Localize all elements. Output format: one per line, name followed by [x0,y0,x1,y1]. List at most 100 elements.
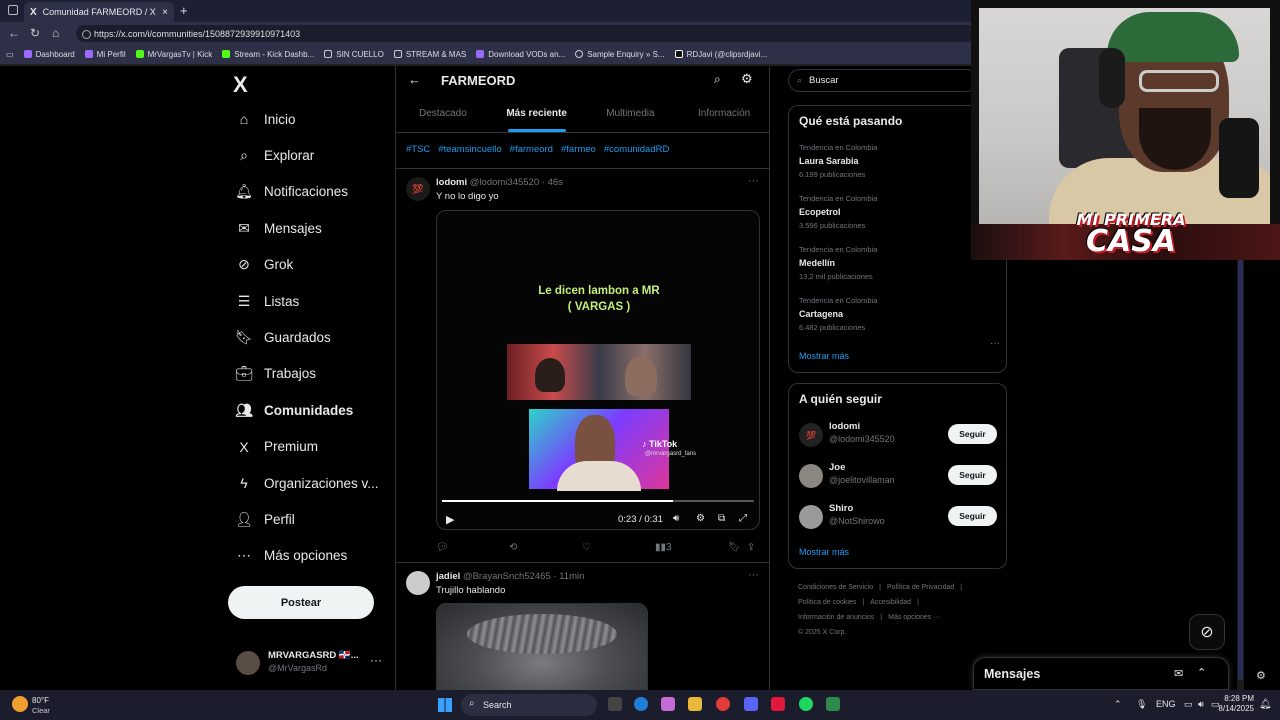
home-icon[interactable]: ⌂ [52,26,59,40]
footer-link[interactable]: Política de cookies [798,599,856,606]
follow-suggestion[interactable]: 💯 lodomi @lodomi345520 Seguir [799,420,999,450]
follow-button[interactable]: Seguir [948,506,997,526]
avatar[interactable] [799,505,823,529]
copilot-icon[interactable] [661,697,675,711]
hashtag-link[interactable]: #farmeo [561,144,596,155]
browser-tab[interactable]: X Comunidad FARMEORD / X × [24,2,174,22]
sidebar-item-grok[interactable]: ⊘ Grok [228,247,388,283]
language-indicator[interactable]: ENG [1156,699,1176,709]
sidebar-item-bookmarks[interactable]: 🔖︎ Guardados [228,319,388,355]
hashtag-link[interactable]: #farmeord [510,144,553,155]
bookmark-item[interactable]: Download VODs an... [476,50,565,59]
sidebar-item-home[interactable]: ⌂ Inicio [228,101,388,137]
tab-2[interactable]: Multimedia [584,101,678,132]
bookmark-item[interactable]: Dashboard [23,50,75,59]
clock[interactable]: 8:28 PM 8/14/2025 [1214,694,1254,714]
views-icon[interactable]: ▮▮ 3 [655,542,672,553]
spotify-icon[interactable] [799,697,813,711]
account-more-icon[interactable]: ··· [370,653,382,667]
follow-suggestion[interactable]: Joe @joelitovillaman Seguir [799,461,999,491]
sidebar-item-communities[interactable]: 👥︎ Comunidades [228,392,388,428]
sidebar-item-notifications[interactable]: 🔔︎ Notificaciones [228,174,388,210]
chrome-icon[interactable] [716,697,730,711]
url-bar[interactable]: https://x.com/i/communities/150887293991… [76,25,976,42]
tab-close-icon[interactable]: × [162,7,168,18]
x-logo[interactable]: X [233,72,248,98]
tab-0[interactable]: Destacado [396,101,490,132]
messages-dock[interactable]: Mensajes ✉ ⌃ [973,657,1229,690]
show-more-link[interactable]: Mostrar más [799,547,849,557]
tweet-author[interactable]: jadiel @BrayanSnch52465 · 11min [436,571,584,582]
weather-widget[interactable]: 80°F Clear [12,695,72,715]
video-player[interactable]: Le dicen lambon a MR ( VARGAS ) ♪ TikTok… [436,210,760,530]
trend-more-icon[interactable]: ··· [990,338,1000,349]
show-more-link[interactable]: Mostrar más [799,351,849,361]
settings-icon[interactable]: ⚙ [696,513,705,524]
repost-icon[interactable]: ⟲ [509,542,517,553]
footer-link[interactable]: Accesibilidad [870,599,911,606]
hashtag-link[interactable]: #TSC [406,144,430,155]
excel-icon[interactable] [826,697,840,711]
windows-start-icon[interactable] [438,698,452,712]
hashtag-link[interactable]: #teamsincuello [438,144,501,155]
bookmark-icon[interactable]: 🔖︎ [728,542,741,553]
reload-icon[interactable]: ↻ [30,26,40,40]
back-arrow-icon[interactable]: ← [408,72,421,87]
microphone-icon[interactable]: 🎙︎ [1136,699,1147,710]
footer-link[interactable]: © 2025 X Corp. [798,629,846,636]
search-input[interactable]: ⌕ Buscar [788,69,978,92]
volume-icon[interactable]: 🔊︎ [673,513,679,524]
bookmark-item[interactable]: Sample Enquiry » S... [575,50,665,59]
follow-button[interactable]: Seguir [948,424,997,444]
network-icon[interactable]: ▭ [1184,699,1193,710]
follow-suggestion[interactable]: Shiro @NotShirowo Seguir [799,502,999,532]
avatar[interactable] [799,464,823,488]
sidebar-item-more[interactable]: ⋯ Más opciones [228,538,388,574]
trend-item[interactable]: Tendencia en Colombia Cartagena 6.482 publ… [799,296,999,332]
footer-link[interactable]: Condiciones de Servicio [798,584,873,591]
tab-1[interactable]: Más reciente [490,101,584,132]
tweet-author[interactable]: lodomi @lodomi345520 · 46s [436,177,563,188]
bookmark-item[interactable]: SIN CUELLO [324,50,384,59]
grok-icon[interactable]: ⊘ [1189,614,1225,650]
pip-icon[interactable]: ⧉ [718,513,725,524]
discord-icon[interactable] [744,697,758,711]
trend-item[interactable]: Tendencia en Colombia Laura Sarabia 6.199 … [799,143,999,179]
follow-button[interactable]: Seguir [948,465,997,485]
bookmark-item[interactable]: Mi Perfil [84,50,126,59]
hashtag-link[interactable]: #comunidadRD [604,144,669,155]
window-menu-icon[interactable] [8,5,18,15]
new-message-icon[interactable]: ✉ [1174,667,1183,680]
sidebar-item-profile[interactable]: 👤︎ Perfil [228,501,388,537]
bookmark-item[interactable]: RDJavi (@clipsrdjavi... [674,50,767,59]
avatar[interactable]: 💯 [406,177,430,201]
fullscreen-icon[interactable]: ⤢ [739,513,747,524]
back-icon[interactable]: ← [8,26,20,40]
new-tab-button[interactable]: + [180,3,188,18]
tweet-image[interactable] [436,603,648,690]
obs-icon[interactable] [771,697,785,711]
taskbar-search[interactable]: ⌕ Search [461,694,597,716]
video-progress-bar[interactable] [442,500,754,502]
tweet-more-icon[interactable]: ··· [748,175,759,187]
notification-icon[interactable]: 🔔︎ [1259,699,1272,710]
tweet-more-icon[interactable]: ··· [748,569,759,581]
gear-icon[interactable]: ⚙ [741,71,753,87]
share-icon[interactable]: ⇪ [747,542,755,553]
sidebar-item-lists[interactable]: ☰ Listas [228,283,388,319]
sidebar-item-premium[interactable]: X Premium [228,429,388,465]
search-icon[interactable]: ⌕ [714,72,721,87]
footer-link[interactable]: Política de Privacidad [887,584,954,591]
play-icon[interactable]: ▶ [446,513,454,526]
avatar[interactable]: 💯 [799,423,823,447]
page-scrollbar-thumb[interactable] [1238,255,1243,680]
file-explorer-icon[interactable] [688,697,702,711]
reply-icon[interactable]: 💬︎ [436,542,449,553]
edge-icon[interactable] [634,697,648,711]
avatar[interactable] [406,571,430,595]
sidebar-item-messages[interactable]: ✉ Mensajes [228,210,388,246]
trend-item[interactable]: Tendencia en Colombia Ecopetrol 3.596 publ… [799,194,999,230]
bookmark-item[interactable]: Stream - Kick Dashb... [222,50,314,59]
task-view-icon[interactable] [608,697,622,711]
chevron-up-icon[interactable]: ⌃ [1114,699,1122,710]
